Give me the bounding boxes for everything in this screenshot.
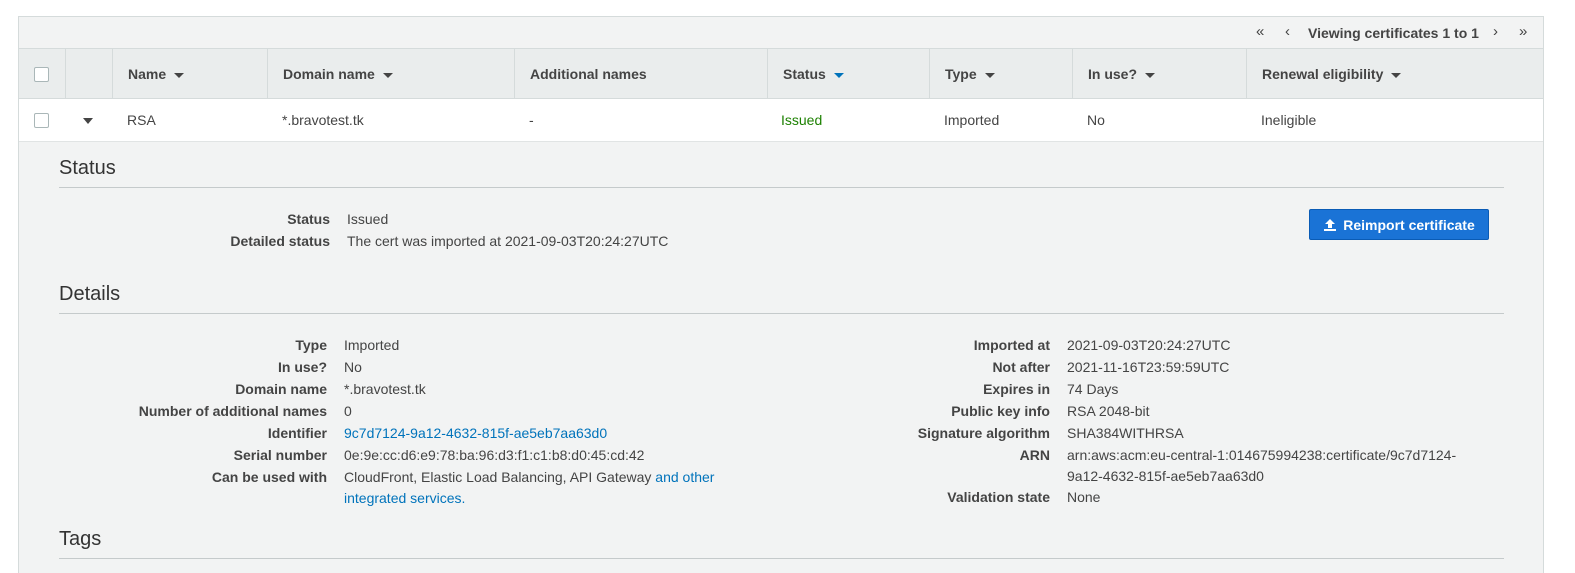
cell-in-use: No bbox=[1087, 112, 1105, 128]
column-header-status[interactable]: Status bbox=[767, 49, 929, 99]
row-select-checkbox[interactable] bbox=[34, 113, 49, 128]
detail-value-serial-number: 0e:9e:cc:d6:e9:78:ba:96:d3:f1:c1:b8:d0:4… bbox=[344, 447, 645, 463]
column-header-in-use[interactable]: In use? bbox=[1072, 49, 1246, 99]
section-divider bbox=[59, 558, 1504, 559]
detail-value-additional-names-count: 0 bbox=[344, 403, 352, 419]
integrated-services-link[interactable]: integrated services. bbox=[344, 490, 465, 506]
column-header-domain-name[interactable]: Domain name bbox=[267, 49, 514, 99]
column-header-renewal-eligibility[interactable]: Renewal eligibility bbox=[1246, 49, 1544, 99]
next-page-icon[interactable]: › bbox=[1493, 24, 1498, 40]
reimport-certificate-label: Reimport certificate bbox=[1343, 216, 1475, 233]
cell-name: RSA bbox=[127, 112, 156, 128]
column-header-name[interactable]: Name bbox=[112, 49, 267, 99]
column-header-additional-names-label: Additional names bbox=[530, 66, 647, 82]
detail-value-domain-name: *.bravotest.tk bbox=[344, 381, 426, 397]
cell-renewal-eligibility: Ineligible bbox=[1261, 112, 1317, 128]
sort-caret-active-icon bbox=[833, 72, 844, 78]
upload-icon bbox=[1324, 218, 1337, 231]
detail-label-serial-number: Serial number bbox=[233, 447, 327, 463]
reimport-certificate-button[interactable]: Reimport certificate bbox=[1309, 209, 1489, 240]
pagination-bar: « ‹ Viewing certificates 1 to 1 › » bbox=[19, 17, 1543, 49]
detail-label-signature-algorithm: Signature algorithm bbox=[917, 425, 1050, 441]
detail-value-arn-line-1: arn:aws:acm:eu-central-1:014675994238:ce… bbox=[1067, 447, 1457, 463]
column-header-domain-name-label: Domain name bbox=[283, 66, 375, 82]
detail-label-validation-state: Validation state bbox=[947, 489, 1050, 505]
detail-value-arn-line-2: 9a12-4632-815f-ae5eb7aa63d0 bbox=[1067, 468, 1264, 484]
detail-value-validation-state: None bbox=[1067, 489, 1101, 505]
expand-column-header bbox=[65, 49, 112, 99]
column-header-type-label: Type bbox=[945, 66, 977, 82]
detail-label-type: Type bbox=[295, 337, 327, 353]
detail-label-can-be-used-with: Can be used with bbox=[211, 469, 327, 485]
column-header-additional-names: Additional names bbox=[514, 49, 767, 99]
detail-label-not-after: Not after bbox=[992, 359, 1050, 375]
cell-additional-names: - bbox=[529, 112, 534, 128]
identifier-link[interactable]: 9c7d7124-9a12-4632-815f-ae5eb7aa63d0 bbox=[344, 425, 607, 441]
certificates-panel: « ‹ Viewing certificates 1 to 1 › » Name… bbox=[18, 16, 1544, 573]
detail-value-expires-in: 74 Days bbox=[1067, 381, 1119, 397]
detail-label-public-key-info: Public key info bbox=[951, 403, 1050, 419]
column-header-status-label: Status bbox=[783, 66, 826, 82]
pagination-text: Viewing certificates 1 to 1 bbox=[1308, 25, 1479, 41]
cell-domain-name: *.bravotest.tk bbox=[282, 112, 364, 128]
section-divider bbox=[59, 187, 1504, 188]
previous-page-icon[interactable]: ‹ bbox=[1285, 24, 1290, 40]
detail-label-identifier: Identifier bbox=[267, 425, 327, 441]
detail-value-in-use: No bbox=[344, 359, 362, 375]
section-divider bbox=[59, 313, 1504, 314]
sort-caret-icon bbox=[984, 72, 995, 78]
other-services-link[interactable]: and other bbox=[655, 469, 714, 485]
status-value: Issued bbox=[347, 211, 389, 227]
detail-label-imported-at: Imported at bbox=[973, 337, 1050, 353]
table-row[interactable]: RSA *.bravotest.tk - Issued Imported No … bbox=[19, 99, 1543, 142]
status-label: Status bbox=[287, 211, 330, 227]
detailed-status-label: Detailed status bbox=[230, 233, 330, 249]
detail-label-domain-name: Domain name bbox=[235, 381, 327, 397]
services-text: CloudFront, Elastic Load Balancing, API … bbox=[344, 469, 652, 485]
column-header-type[interactable]: Type bbox=[929, 49, 1072, 99]
cell-status: Issued bbox=[781, 112, 823, 128]
detail-value-can-be-used-with: CloudFront, Elastic Load Balancing, API … bbox=[344, 469, 714, 485]
sort-caret-icon bbox=[382, 72, 393, 78]
detail-label-in-use: In use? bbox=[277, 359, 327, 375]
column-header-renewal-eligibility-label: Renewal eligibility bbox=[1262, 66, 1384, 82]
detail-value-imported-at: 2021-09-03T20:24:27UTC bbox=[1067, 337, 1231, 353]
sort-caret-icon bbox=[174, 72, 185, 78]
column-header-in-use-label: In use? bbox=[1088, 66, 1138, 82]
details-section-title: Details bbox=[59, 283, 121, 305]
tags-section-title: Tags bbox=[59, 528, 102, 550]
column-header-name-label: Name bbox=[128, 66, 167, 82]
sort-caret-icon bbox=[1145, 72, 1156, 78]
detail-value-not-after: 2021-11-16T23:59:59UTC bbox=[1067, 359, 1230, 375]
status-section-title: Status bbox=[59, 157, 116, 179]
detail-value-type: Imported bbox=[344, 337, 400, 353]
row-expand-caret-icon[interactable] bbox=[83, 118, 93, 124]
select-all-checkbox[interactable] bbox=[34, 67, 49, 82]
detail-value-public-key-info: RSA 2048-bit bbox=[1067, 403, 1150, 419]
detailed-status-value: The cert was imported at 2021-09-03T20:2… bbox=[347, 233, 669, 249]
cell-type: Imported bbox=[944, 112, 1000, 128]
detail-label-arn: ARN bbox=[1019, 447, 1050, 463]
detail-label-expires-in: Expires in bbox=[983, 381, 1050, 397]
table-header: Name Domain name Additional names Status… bbox=[19, 49, 1543, 99]
first-page-icon[interactable]: « bbox=[1256, 24, 1264, 40]
last-page-icon[interactable]: » bbox=[1519, 24, 1527, 40]
sort-caret-icon bbox=[1391, 72, 1402, 78]
detail-value-signature-algorithm: SHA384WITHRSA bbox=[1067, 425, 1184, 441]
detail-label-additional-names-count: Number of additional names bbox=[138, 403, 327, 419]
